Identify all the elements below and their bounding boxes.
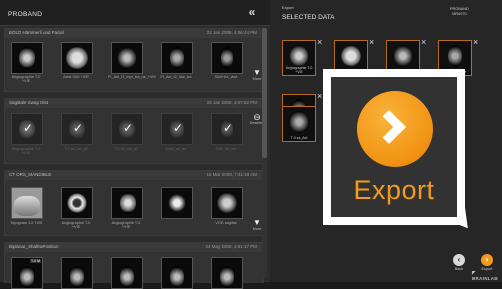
remove-icon[interactable]: ×	[421, 37, 426, 47]
chevron-right-icon: ›	[481, 254, 493, 266]
study-group: Sagittale Swap Dist 22 Jan 2008, 4:07:52…	[4, 98, 264, 164]
export-breadcrumb: Export	[282, 5, 294, 10]
selected-data-title: SELECTED DATA	[282, 14, 335, 21]
series-label: T-0 ax_col_p2	[64, 147, 88, 151]
study-header: Sagittale Swap Dist 22 Jan 2008, 4:07:52…	[5, 99, 263, 108]
remove-icon[interactable]: ×	[473, 37, 478, 47]
checkmark-icon: ✓	[223, 121, 234, 135]
export-button[interactable]: › Export	[481, 254, 493, 271]
remove-icon[interactable]: ×	[317, 91, 322, 101]
series-label: SWI+Ax_vtse	[214, 75, 238, 79]
proband-panel: PROBAND « BOLD Hämmerli und Facial 22 Ja…	[0, 0, 270, 289]
study-date: 16 Mar 2008, 7:41:19 AM	[206, 172, 257, 177]
proband-id: MR0070	[452, 12, 467, 16]
series-label: VOG sagittal	[215, 221, 237, 225]
series-label: SWI_Ax_tse	[215, 147, 237, 151]
series-thumbnail[interactable]	[211, 187, 243, 219]
export-callout: Export	[323, 69, 465, 225]
series-thumbnail[interactable]	[11, 187, 43, 219]
study-group: Biplanar_ShaftraPosition 24 May 2008, 4:…	[4, 242, 264, 289]
selected-data-header: Export SELECTED DATA PROBAND MR0070	[272, 0, 502, 25]
study-date: 22 Jan 2008, 4:07:52 PM	[206, 100, 257, 105]
study-header: CT ORS_MANDIBLE 16 Mar 2008, 7:41:19 AM	[5, 171, 263, 180]
study-name: Sagittale Swap Dist	[9, 100, 49, 105]
proband-info: PROBAND MR0070	[450, 7, 469, 17]
series-thumbnail[interactable]: T-0 M	[11, 257, 43, 289]
study-name: BOLD Hämmerli und Facial	[9, 30, 64, 35]
series-thumbnail[interactable]	[61, 257, 93, 289]
series-label: Axial_ax_tse	[165, 147, 187, 151]
series-label: T-0 ax_col_p2	[114, 147, 138, 151]
series-thumbnail[interactable]	[61, 42, 93, 74]
series-thumbnail[interactable]	[111, 42, 143, 74]
study-header: BOLD Hämmerli und Facial 22 Jan 2008, 4:…	[5, 29, 263, 38]
callout-export-label: Export	[353, 175, 435, 205]
collapse-panel-icon[interactable]: «	[245, 5, 259, 19]
brand-logo: ◤ BRAINLAB	[472, 270, 498, 281]
study-date: 22 Jan 2008, 4:06:44 PM	[206, 30, 257, 35]
back-label: Back	[454, 267, 464, 271]
series-thumbnail[interactable]	[211, 42, 243, 74]
selected-series[interactable]: T-0 ax_Ael	[282, 106, 316, 142]
series-thumbnail[interactable]	[111, 187, 143, 219]
checkmark-icon: ✓	[173, 121, 184, 135]
series-thumbnail[interactable]	[11, 42, 43, 74]
series-thumbnail[interactable]	[111, 257, 143, 289]
series-thumbnail[interactable]	[161, 257, 193, 289]
selected-series-label: T-0 ax_Ael	[290, 136, 308, 140]
study-name: Biplanar_ShaftraPosition	[9, 244, 59, 249]
study-name: CT ORS_MANDIBLE	[9, 172, 52, 177]
series-label: FI_Ael_t2_hse_tra	[160, 75, 192, 79]
study-date: 24 May 2008, 4:51:17 PM	[205, 244, 257, 249]
proband-header: PROBAND «	[0, 0, 270, 26]
study-header: Biplanar_ShaftraPosition 24 May 2008, 4:…	[5, 243, 263, 252]
series-label: Axial SWI +VIE	[63, 75, 89, 79]
app-window: PROBAND « BOLD Hämmerli und Facial 22 Ja…	[0, 0, 502, 289]
series-thumbnail[interactable]	[61, 187, 93, 219]
series-label: Angiographie T-0 +VIE	[111, 221, 141, 229]
proband-title: PROBAND	[8, 11, 43, 18]
series-thumbnail[interactable]	[161, 42, 193, 74]
remove-icon[interactable]: ×	[317, 37, 322, 47]
scrollbar-thumb[interactable]	[262, 28, 267, 158]
series-badge: T-0 M	[30, 259, 41, 263]
study-group: CT ORS_MANDIBLE 16 Mar 2008, 7:41:19 AM …	[4, 170, 264, 236]
series-thumbnail[interactable]	[211, 257, 243, 289]
series-label: Angiographie T-0 +VIE	[11, 147, 41, 155]
checkmark-icon: ✓	[123, 121, 134, 135]
callout-zoom: Export	[331, 77, 457, 217]
selected-series-label: Angiographie T-0 +VIE	[285, 66, 313, 74]
series-label: Angiographie T-0 +VIE	[11, 75, 41, 83]
scrollbar[interactable]	[262, 28, 267, 278]
series-label: Topogram 1.0 T20f	[10, 221, 42, 225]
back-button[interactable]: ‹ Back	[453, 254, 465, 271]
remove-icon[interactable]: ×	[369, 37, 374, 47]
checkmark-icon: ✓	[73, 121, 84, 135]
series-label: FI_Ael_t1_mpr_tra_ns_+VIE	[108, 75, 157, 79]
study-group: BOLD Hämmerli und Facial 22 Jan 2008, 4:…	[4, 28, 264, 92]
series-label: Angiographie T-0 +VIE	[61, 221, 91, 229]
checkmark-icon: ✓	[23, 121, 34, 135]
export-circle-icon	[357, 91, 433, 167]
chevron-right-icon	[372, 110, 406, 144]
series-thumbnail[interactable]	[161, 187, 193, 219]
selected-series[interactable]: Angiographie T-0 +VIE	[282, 40, 316, 76]
chevron-left-icon: ‹	[453, 254, 465, 266]
